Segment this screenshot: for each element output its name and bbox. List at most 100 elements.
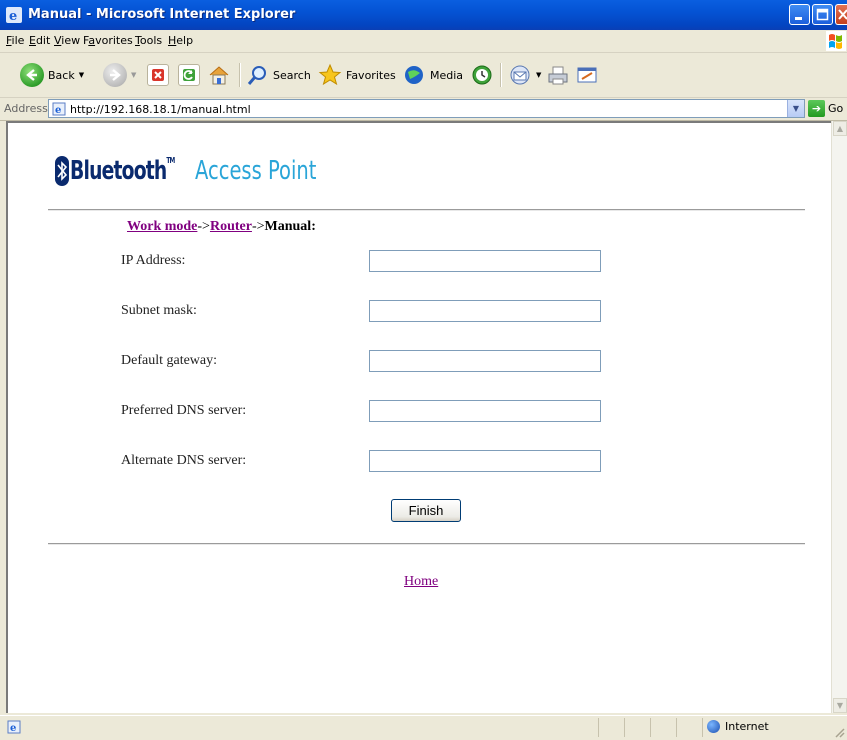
svg-text:e: e [10, 723, 16, 734]
home-icon [209, 66, 229, 85]
menu-tools[interactable]: Tools [135, 34, 162, 47]
default-gateway-input[interactable] [369, 350, 601, 372]
print-icon [548, 66, 568, 85]
breadcrumb: Work mode->Router->Manual: [127, 219, 316, 235]
zone-label: Internet [725, 720, 769, 733]
minimize-button[interactable] [789, 4, 810, 25]
title-bar: e Manual - Microsoft Internet Explorer [0, 0, 847, 30]
refresh-icon [178, 64, 200, 86]
globe-icon [707, 720, 720, 733]
subnet-mask-input[interactable] [369, 300, 601, 322]
preferred-dns-input[interactable] [369, 400, 601, 422]
back-button[interactable]: Back ▼ [20, 61, 84, 89]
media-button[interactable]: Media [402, 61, 463, 89]
top-divider [48, 209, 805, 211]
logo-trademark: TM [166, 156, 175, 165]
subnet-mask-label: Subnet mask: [121, 303, 197, 318]
breadcrumb-separator: -> [197, 219, 210, 234]
logo-product-text: Access Point [194, 156, 316, 186]
history-button[interactable] [470, 61, 494, 89]
status-bar: e Internet [0, 715, 847, 740]
edit-page-icon [577, 67, 597, 83]
back-arrow-icon [20, 63, 44, 87]
forward-arrow-icon [103, 63, 127, 87]
mail-button[interactable]: ▼ [508, 61, 541, 89]
back-dropdown-icon[interactable]: ▼ [79, 71, 84, 79]
finish-button[interactable]: Finish [391, 499, 461, 522]
search-icon [247, 66, 266, 85]
page-icon: e [52, 102, 66, 116]
favorites-button[interactable]: Favorites [318, 61, 396, 89]
mail-dropdown-icon[interactable]: ▼ [536, 71, 541, 79]
alternate-dns-label: Alternate DNS server: [121, 453, 247, 468]
breadcrumb-router-link[interactable]: Router [210, 219, 252, 234]
windows-logo-icon [826, 31, 846, 51]
menu-file[interactable]: File [6, 34, 24, 47]
edit-button[interactable] [575, 61, 599, 89]
preferred-dns-label: Preferred DNS server: [121, 403, 247, 418]
page-viewport: BluetoothTM Access Point Work mode->Rout… [6, 121, 831, 713]
stop-icon [147, 64, 169, 86]
breadcrumb-separator: -> [251, 219, 265, 234]
vertical-scrollbar[interactable]: ▲ ▼ [831, 121, 847, 713]
print-button[interactable] [546, 61, 570, 89]
svg-text:e: e [55, 105, 61, 116]
ip-address-label: IP Address: [121, 253, 186, 268]
minimize-icon [795, 17, 802, 20]
status-cell [624, 718, 650, 737]
breadcrumb-work-mode-link[interactable]: Work mode [127, 219, 197, 234]
menu-help[interactable]: Help [168, 34, 193, 47]
search-label: Search [273, 68, 311, 82]
address-label: Address [4, 102, 48, 115]
mail-icon [510, 65, 530, 85]
menu-bar: File Edit View Favorites Tools Help [0, 30, 847, 53]
status-cell [650, 718, 676, 737]
breadcrumb-current: Manual: [264, 219, 316, 234]
media-label: Media [430, 68, 464, 82]
page-status-icon: e [7, 720, 21, 734]
go-button[interactable]: ➔ Go [808, 100, 843, 117]
address-bar: Address e http://192.168.18.1/manual.htm… [0, 98, 847, 121]
maximize-button[interactable] [812, 4, 833, 25]
forward-button[interactable]: ▼ [103, 61, 136, 89]
history-icon [472, 65, 492, 85]
scroll-down-icon[interactable]: ▼ [833, 698, 847, 713]
logo-brand-text: BluetoothTM [70, 156, 175, 186]
alternate-dns-input[interactable] [369, 450, 601, 472]
stop-button[interactable] [147, 61, 169, 89]
resize-grip-icon[interactable] [833, 726, 845, 738]
close-icon [838, 9, 847, 20]
menu-favorites[interactable]: Favorites [83, 34, 133, 47]
go-arrow-icon: ➔ [808, 100, 825, 117]
back-label: Back [48, 68, 75, 82]
close-button[interactable] [835, 4, 847, 25]
search-button[interactable]: Search [247, 61, 311, 89]
favorites-label: Favorites [346, 68, 396, 82]
media-icon [405, 66, 423, 84]
bottom-divider [48, 543, 805, 545]
svg-text:e: e [9, 9, 17, 23]
address-dropdown-icon[interactable]: ▼ [787, 100, 804, 117]
menu-view[interactable]: View [54, 34, 80, 47]
bluetooth-access-point-logo: BluetoothTM Access Point [54, 151, 356, 191]
refresh-button[interactable] [178, 61, 200, 89]
bluetooth-icon [55, 156, 69, 186]
window-title: Manual - Microsoft Internet Explorer [28, 7, 296, 22]
status-cell [676, 718, 702, 737]
favorites-star-icon [318, 63, 342, 86]
address-input[interactable]: e http://192.168.18.1/manual.html ▼ [48, 99, 805, 118]
standard-toolbar: Back ▼ ▼ Search Favorites Media ▼ [0, 53, 847, 98]
home-link[interactable]: Home [404, 574, 438, 590]
menu-edit[interactable]: Edit [29, 34, 50, 47]
forward-dropdown-icon[interactable]: ▼ [131, 71, 136, 79]
default-gateway-label: Default gateway: [121, 353, 218, 368]
security-zone: Internet [707, 720, 769, 733]
ip-address-input[interactable] [369, 250, 601, 272]
scroll-up-icon[interactable]: ▲ [833, 121, 847, 136]
maximize-icon [816, 8, 829, 21]
go-label: Go [828, 102, 844, 115]
home-toolbar-button[interactable] [207, 61, 231, 89]
address-url: http://192.168.18.1/manual.html [70, 103, 251, 116]
status-cell [598, 718, 624, 737]
ie-icon: e [6, 7, 22, 23]
